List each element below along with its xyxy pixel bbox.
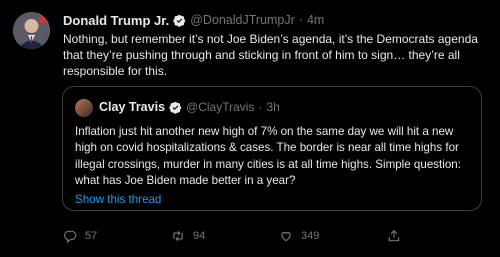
quoted-author-name: Clay Travis: [99, 100, 166, 114]
quoted-author-handle: @ClayTravis: [186, 100, 255, 114]
author-handle[interactable]: @DonaldJTrumpJr: [190, 13, 295, 27]
tweet-text: Nothing, but remember it’s not Joe Biden…: [63, 32, 478, 78]
tweet-header: Donald Trump Jr. @DonaldJTrumpJr · 4m: [63, 12, 324, 28]
show-thread-link[interactable]: Show this thread: [75, 193, 161, 206]
quoted-header: Clay Travis @ClayTravis · 3h: [99, 100, 280, 114]
share-button[interactable]: [387, 229, 409, 243]
author-avatar[interactable]: [13, 12, 50, 49]
verified-badge-icon: [169, 101, 182, 114]
like-count: 349: [301, 230, 320, 242]
reply-button[interactable]: 57: [63, 229, 97, 243]
retweet-count: 94: [193, 230, 206, 242]
verified-badge-icon: [173, 14, 186, 27]
like-button[interactable]: 349: [279, 229, 319, 243]
share-icon: [388, 229, 400, 242]
retweet-button[interactable]: 94: [171, 229, 205, 243]
quoted-text: Inflation just hit another new high of 7…: [75, 125, 461, 188]
quoted-tweet[interactable]: Clay Travis @ClayTravis · 3h Inflation j…: [62, 86, 482, 211]
reply-icon: [64, 230, 77, 243]
separator-dot: ·: [258, 100, 263, 114]
tweet-card[interactable]: Donald Trump Jr. @DonaldJTrumpJr · 4m No…: [0, 0, 500, 257]
tweet-actions: 57 94 349: [63, 229, 483, 245]
author-name[interactable]: Donald Trump Jr.: [63, 13, 169, 28]
separator-dot: ·: [298, 13, 303, 27]
retweet-icon: [173, 230, 183, 242]
like-icon: [281, 231, 291, 242]
tweet-time[interactable]: 4m: [307, 13, 324, 27]
reply-count: 57: [85, 230, 98, 242]
quoted-time: 3h: [266, 100, 280, 114]
quoted-author-avatar[interactable]: [75, 99, 93, 117]
